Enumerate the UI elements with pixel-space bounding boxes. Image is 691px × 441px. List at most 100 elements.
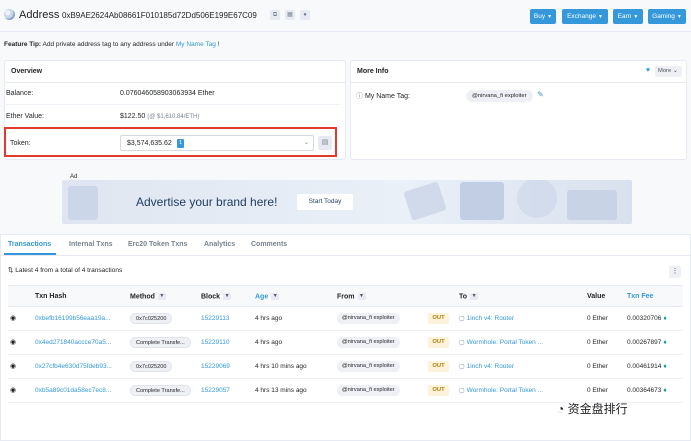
gas-icon: ♦ <box>663 315 667 322</box>
ad-decoration <box>517 180 557 218</box>
to-address-link[interactable]: ▢ 1inch v4: Router <box>459 315 514 322</box>
ad-decoration <box>567 190 617 220</box>
from-address-pill[interactable]: @nirvana_fi exploiter <box>337 313 400 324</box>
wechat-icon: ◔ <box>557 402 565 416</box>
sort-icon: ⇅ <box>8 267 14 274</box>
edit-icon[interactable]: ✎ <box>537 90 544 99</box>
col-from[interactable]: From ▼ <box>337 293 366 300</box>
filter-icon[interactable]: ▼ <box>157 293 166 300</box>
filter-icon[interactable]: ▼ <box>223 293 232 300</box>
active-tab-indicator <box>4 253 56 255</box>
chevron-down-icon: ⌄ <box>303 140 309 146</box>
tip-text: Add private address tag to any address u… <box>42 41 175 48</box>
gaming-button[interactable]: Gaming ▼ <box>648 9 686 24</box>
token-dropdown[interactable]: $3,574,635.62 1 ⌄ <box>120 135 314 151</box>
fee-cell: 0.00267897 ♦ <box>627 339 667 346</box>
fee-cell: 0.00320706 ♦ <box>627 315 667 322</box>
ether-value: $122.50 (@ $1,610.84/ETH) <box>120 113 200 120</box>
ether-value-label: Ether Value: <box>6 113 45 120</box>
earn-button[interactable]: Earn ▼ <box>613 9 643 24</box>
eye-icon[interactable]: ◉ <box>10 362 16 370</box>
age-cell: 4 hrs 13 mins ago <box>255 387 307 394</box>
method-badge: 0x7c025200 <box>130 313 173 324</box>
age-cell: 4 hrs ago <box>255 315 283 322</box>
age-cell: 4 hrs ago <box>255 339 283 346</box>
token-label: Token: <box>10 140 31 147</box>
address-avatar <box>4 9 15 20</box>
eye-icon[interactable]: ◉ <box>10 338 16 346</box>
tab-divider <box>0 255 691 256</box>
chevron-down-icon: ⌄ <box>672 68 678 74</box>
direction-badge: OUT <box>428 313 449 324</box>
heart-icon[interactable]: ♥ <box>643 66 653 76</box>
qr-code-icon[interactable]: ▦ <box>285 10 295 20</box>
exchange-button[interactable]: Exchange ▼ <box>562 9 608 24</box>
col-to[interactable]: To ▼ <box>459 293 479 300</box>
address-hash: 0xB9AE2624Ab08661F010185d72Dd506E199E67C… <box>62 11 257 20</box>
ether-rate: (@ $1,610.84/ETH) <box>147 114 200 120</box>
to-address-link[interactable]: ▢ Wormhole: Portal Token ... <box>459 387 543 394</box>
age-cell: 4 hrs 10 mins ago <box>255 363 307 370</box>
col-age[interactable]: Age ▼ <box>255 293 280 300</box>
address-header: Address 0xB9AE2624Ab08661F010185d72Dd506… <box>0 0 691 32</box>
help-icon: ⓘ <box>356 93 363 100</box>
eye-icon[interactable]: ◉ <box>10 314 16 322</box>
transactions-summary: ⇅ Latest 4 from a total of 4 transaction… <box>8 267 123 274</box>
block-link[interactable]: 15229057 <box>201 387 230 394</box>
from-address-pill[interactable]: @nirvana_fi exploiter <box>337 337 400 348</box>
ad-decoration <box>403 181 447 221</box>
value-cell: 0 Ether <box>587 315 608 322</box>
from-address-pill[interactable]: @nirvana_fi exploiter <box>337 361 400 372</box>
value-cell: 0 Ether <box>587 363 608 370</box>
direction-badge: OUT <box>428 385 449 396</box>
buy-button[interactable]: Buy ▼ <box>530 9 556 24</box>
txn-hash-link[interactable]: 0xbefb16199b56eaa19a... <box>35 315 111 322</box>
name-tag-label: ⓘ My Name Tag: <box>356 93 410 100</box>
more-options-icon[interactable]: ⋮ <box>669 266 681 278</box>
tab-transactions[interactable]: Transactions <box>8 241 51 248</box>
block-link[interactable]: 15229113 <box>201 315 229 322</box>
filter-icon[interactable]: ▼ <box>271 293 280 300</box>
copy-icon[interactable]: ⧉ <box>270 10 280 20</box>
contract-icon: ▢ <box>459 316 465 322</box>
wallet-icon[interactable]: ▤ <box>318 136 332 150</box>
my-name-tag-link[interactable]: My Name Tag <box>176 41 216 48</box>
gas-icon: ♦ <box>663 339 667 346</box>
col-method[interactable]: Method ▼ <box>130 293 166 300</box>
chevron-down-icon: ▼ <box>597 14 603 20</box>
to-address-link[interactable]: ▢ Wormhole: Portal Token ... <box>459 339 543 346</box>
more-info-title: More Info <box>351 61 686 83</box>
eye-icon[interactable]: ◉ <box>10 386 16 394</box>
tab-internal-txns[interactable]: Internal Txns <box>69 241 113 248</box>
block-link[interactable]: 15229110 <box>201 339 229 346</box>
to-address-link[interactable]: ▢ 1inch v4: Router <box>459 363 514 370</box>
ad-label: Ad <box>70 174 78 180</box>
balance-label: Balance: <box>6 90 34 97</box>
gas-icon: ♦ <box>663 387 667 394</box>
tab-analytics[interactable]: Analytics <box>204 241 235 248</box>
gas-icon: ♦ <box>663 363 667 370</box>
from-address-pill[interactable]: @nirvana_fi exploiter <box>337 385 400 396</box>
tab-erc20-token-txns[interactable]: Erc20 Token Txns <box>128 241 187 248</box>
filter-icon[interactable]: ▼ <box>470 293 479 300</box>
name-tag-pill: @nirvana_fi exploiter <box>466 90 533 102</box>
comment-icon[interactable]: ● <box>300 10 310 20</box>
value-cell: 0 Ether <box>587 339 608 346</box>
col-txn-fee[interactable]: Txn Fee <box>627 293 653 300</box>
page-title: Address <box>19 9 60 21</box>
ad-headline: Advertise your brand here! <box>136 195 278 209</box>
method-badge: 0x7c025200 <box>130 361 173 372</box>
txn-hash-link[interactable]: 0xb5a89c01da58ec7ec8... <box>35 387 111 394</box>
contract-icon: ▢ <box>459 340 465 346</box>
block-link[interactable]: 15229069 <box>201 363 230 370</box>
feature-tip: Feature Tip: Add private address tag to … <box>4 41 220 48</box>
tip-label: Feature Tip: <box>4 41 42 48</box>
start-today-button[interactable]: Start Today <box>297 194 353 210</box>
txn-hash-link[interactable]: 0x27cfb4e630d75fdeb93... <box>35 363 112 370</box>
divider <box>6 104 340 105</box>
more-dropdown[interactable]: More ⌄ <box>655 66 682 77</box>
txn-hash-link[interactable]: 0x4ed271840accce70a5... <box>35 339 111 346</box>
filter-icon[interactable]: ▼ <box>357 293 366 300</box>
col-block[interactable]: Block ▼ <box>201 293 232 300</box>
tab-comments[interactable]: Comments <box>251 241 287 248</box>
